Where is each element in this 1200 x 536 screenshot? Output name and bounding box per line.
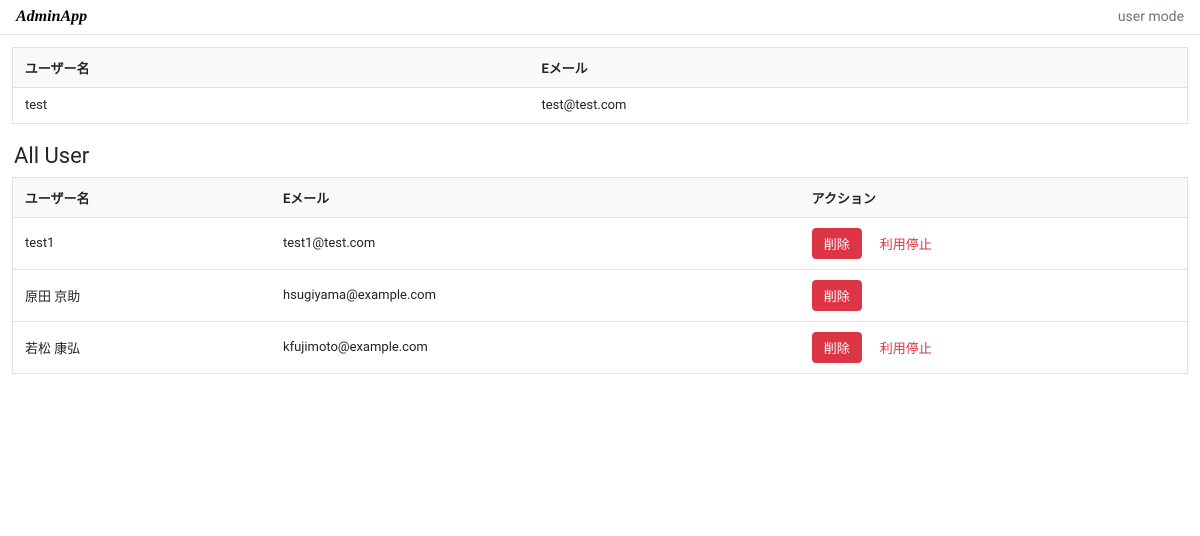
all-user-header-email: Eメール	[271, 178, 800, 218]
current-user-header-email: Eメール	[530, 48, 1188, 88]
all-user-username: 原田 京助	[13, 270, 272, 322]
all-user-actions: 削除利用停止	[800, 218, 1188, 270]
table-row: test1test1@test.com削除利用停止	[13, 218, 1188, 270]
current-user-username: test	[13, 88, 530, 124]
all-user-actions: 削除利用停止	[800, 322, 1188, 374]
all-user-title: All User	[14, 144, 1188, 169]
all-user-email: kfujimoto@example.com	[271, 322, 800, 374]
current-user-table: ユーザー名 Eメール test test@test.com	[12, 47, 1188, 124]
suspend-link[interactable]: 利用停止	[870, 228, 942, 259]
table-row: 若松 康弘kfujimoto@example.com削除利用停止	[13, 322, 1188, 374]
table-row: 原田 京助hsugiyama@example.com 削除	[13, 270, 1188, 322]
user-mode-link[interactable]: user mode	[1118, 9, 1184, 25]
brand-link[interactable]: AdminApp	[16, 8, 87, 26]
delete-button[interactable]: 削除	[812, 280, 862, 311]
suspend-link[interactable]: 利用停止	[870, 332, 942, 363]
all-user-header-action: アクション	[800, 178, 1188, 218]
all-user-header-username: ユーザー名	[13, 178, 272, 218]
table-row: test test@test.com	[13, 88, 1188, 124]
navbar: AdminApp user mode	[0, 0, 1200, 35]
delete-button[interactable]: 削除	[812, 228, 862, 259]
all-user-email: hsugiyama@example.com	[271, 270, 800, 322]
all-user-username: test1	[13, 218, 272, 270]
current-user-email: test@test.com	[530, 88, 1188, 124]
all-user-email: test1@test.com	[271, 218, 800, 270]
all-user-actions: 削除	[800, 270, 1188, 322]
delete-button[interactable]: 削除	[812, 332, 862, 363]
all-user-username: 若松 康弘	[13, 322, 272, 374]
current-user-header-username: ユーザー名	[13, 48, 530, 88]
all-user-table: ユーザー名 Eメール アクション test1test1@test.com削除利用…	[12, 177, 1188, 374]
